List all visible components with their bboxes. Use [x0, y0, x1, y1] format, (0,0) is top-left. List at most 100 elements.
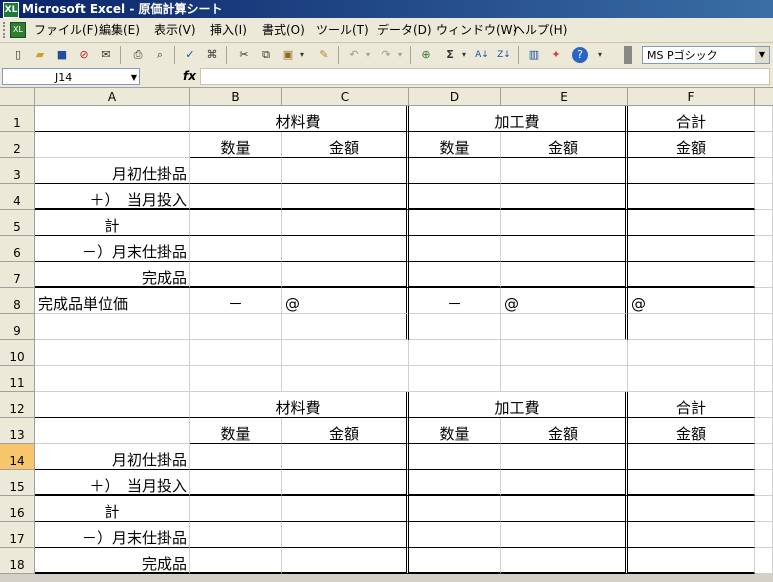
- cell[interactable]: [755, 158, 773, 184]
- undo-icon[interactable]: ↶: [346, 47, 362, 63]
- cell[interactable]: [35, 132, 190, 158]
- autosum-dropdown-icon[interactable]: ▾: [460, 47, 468, 63]
- cell[interactable]: [190, 210, 282, 236]
- column-header-d[interactable]: D: [409, 88, 501, 106]
- quantity-header[interactable]: 数量: [409, 418, 501, 444]
- cell[interactable]: [190, 262, 282, 288]
- cell[interactable]: [409, 340, 501, 366]
- row-label-wip-begin[interactable]: 月初仕掛品: [35, 158, 190, 184]
- new-icon[interactable]: ▯: [10, 47, 26, 63]
- format-painter-icon[interactable]: ✎: [316, 47, 332, 63]
- cut-icon[interactable]: ✂: [236, 47, 252, 63]
- cell[interactable]: [35, 392, 190, 418]
- cell[interactable]: [501, 444, 628, 470]
- quantity-header[interactable]: 数量: [190, 418, 282, 444]
- menu-data[interactable]: データ(D): [377, 22, 432, 38]
- row-label-wip-begin[interactable]: 月初仕掛品: [35, 444, 190, 470]
- amount-header[interactable]: 金額: [282, 418, 409, 444]
- open-icon[interactable]: ▰: [32, 47, 48, 63]
- quantity-header[interactable]: 数量: [190, 132, 282, 158]
- cell[interactable]: [755, 418, 773, 444]
- save-icon[interactable]: ■: [54, 47, 70, 63]
- cell[interactable]: [755, 210, 773, 236]
- cell[interactable]: [409, 262, 501, 288]
- material-cost-header[interactable]: 材料費: [190, 106, 409, 132]
- cell[interactable]: [35, 314, 190, 340]
- hyperlink-icon[interactable]: ⊕: [418, 47, 434, 63]
- chevron-down-icon[interactable]: ▼: [755, 47, 769, 63]
- unit-cost-quantity-dash[interactable]: －: [409, 288, 501, 314]
- cell[interactable]: [190, 236, 282, 262]
- cell[interactable]: [35, 340, 190, 366]
- row-header-16[interactable]: 16: [0, 496, 35, 522]
- row-header-15[interactable]: 15: [0, 470, 35, 496]
- cell[interactable]: [755, 366, 773, 392]
- column-header-g[interactable]: [755, 88, 773, 106]
- cell[interactable]: [282, 314, 409, 340]
- column-header-c[interactable]: C: [282, 88, 409, 106]
- cell[interactable]: [755, 548, 773, 574]
- menu-window[interactable]: ウィンドウ(W): [436, 22, 517, 38]
- drawing-icon[interactable]: ✦: [548, 47, 564, 63]
- unit-cost-total-at[interactable]: @: [628, 288, 755, 314]
- cell[interactable]: [282, 210, 409, 236]
- cell[interactable]: [190, 444, 282, 470]
- row-label-finished[interactable]: 完成品: [35, 548, 190, 574]
- cell[interactable]: [755, 288, 773, 314]
- cell[interactable]: [628, 236, 755, 262]
- cell[interactable]: [409, 236, 501, 262]
- paste-dropdown-icon[interactable]: ▾: [298, 47, 306, 63]
- toolbar-options-icon[interactable]: ▾: [596, 47, 604, 63]
- cell[interactable]: [755, 392, 773, 418]
- sort-ascending-icon[interactable]: A↓: [474, 47, 490, 63]
- row-header-6[interactable]: 6: [0, 236, 35, 262]
- menu-view[interactable]: 表示(V): [154, 22, 196, 38]
- cell[interactable]: [190, 314, 282, 340]
- cell[interactable]: [501, 158, 628, 184]
- row-header-14[interactable]: 14: [0, 444, 35, 470]
- permission-icon[interactable]: ⊘: [76, 47, 92, 63]
- cell[interactable]: [628, 314, 755, 340]
- cell[interactable]: [409, 210, 501, 236]
- unit-cost-quantity-dash[interactable]: －: [190, 288, 282, 314]
- total-header[interactable]: 合計: [628, 392, 755, 418]
- processing-cost-header[interactable]: 加工費: [409, 106, 628, 132]
- chart-wizard-icon[interactable]: ▥: [526, 47, 542, 63]
- cell[interactable]: [282, 236, 409, 262]
- quantity-header[interactable]: 数量: [409, 132, 501, 158]
- cell[interactable]: [190, 522, 282, 548]
- sort-descending-icon[interactable]: Z↓: [496, 47, 512, 63]
- menu-edit[interactable]: 編集(E): [99, 22, 140, 38]
- cell[interactable]: [755, 236, 773, 262]
- unit-cost-label[interactable]: 完成品単位価: [35, 288, 190, 314]
- amount-header[interactable]: 金額: [501, 418, 628, 444]
- row-header-11[interactable]: 11: [0, 366, 35, 392]
- cell[interactable]: [628, 470, 755, 496]
- row-header-7[interactable]: 7: [0, 262, 35, 288]
- cell[interactable]: [282, 184, 409, 210]
- cell[interactable]: [755, 522, 773, 548]
- cell[interactable]: [501, 236, 628, 262]
- row-header-8[interactable]: 8: [0, 288, 35, 314]
- cell[interactable]: [501, 314, 628, 340]
- row-label-wip-end[interactable]: －）月末仕掛品: [35, 522, 190, 548]
- cell[interactable]: [755, 470, 773, 496]
- cell[interactable]: [282, 496, 409, 522]
- grip-handle[interactable]: [3, 22, 8, 38]
- cell[interactable]: [501, 470, 628, 496]
- column-header-a[interactable]: A: [35, 88, 190, 106]
- row-header-12[interactable]: 12: [0, 392, 35, 418]
- cell[interactable]: [501, 548, 628, 574]
- print-icon[interactable]: ⎙: [130, 47, 146, 63]
- cell[interactable]: [628, 262, 755, 288]
- cell[interactable]: [501, 184, 628, 210]
- autosum-icon[interactable]: Σ: [442, 47, 458, 63]
- cell[interactable]: [628, 210, 755, 236]
- amount-header[interactable]: 金額: [628, 418, 755, 444]
- cell[interactable]: [409, 314, 501, 340]
- cell[interactable]: [628, 340, 755, 366]
- cell[interactable]: [190, 470, 282, 496]
- cell[interactable]: [628, 366, 755, 392]
- cell[interactable]: [282, 262, 409, 288]
- cell[interactable]: [755, 106, 773, 132]
